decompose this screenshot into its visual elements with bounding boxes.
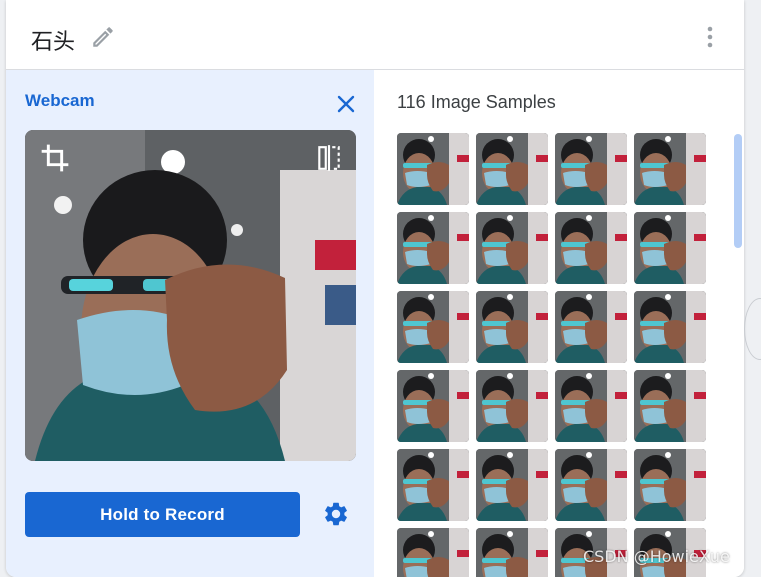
pencil-icon[interactable] [90,24,116,50]
sample-thumbnail[interactable] [555,449,627,521]
sample-thumbnail[interactable] [476,291,548,363]
sample-grid [397,133,717,577]
watermark: CSDN @HowieXue [583,547,730,566]
sample-thumbnail[interactable] [555,370,627,442]
webcam-panel: Webcam Hold to Record [6,70,374,577]
sample-thumbnail[interactable] [555,212,627,284]
crop-icon[interactable] [39,142,71,174]
samples-count-title: 116 Image Samples [397,92,556,112]
sample-thumbnail[interactable] [476,133,548,205]
sample-thumbnail[interactable] [476,370,548,442]
sample-thumbnail[interactable] [634,133,706,205]
more-vert-icon[interactable] [702,24,718,50]
sample-thumbnail[interactable] [634,370,706,442]
sample-thumbnail[interactable] [476,212,548,284]
webcam-feed [25,130,356,461]
sample-thumbnail[interactable] [397,449,469,521]
close-icon[interactable] [334,92,358,116]
class-card: 石头 Webcam Hold to Record 116 Image Sampl… [6,0,744,577]
sample-thumbnail[interactable] [397,370,469,442]
sample-thumbnail[interactable] [476,528,548,577]
decorative-arc [744,298,761,360]
flip-icon[interactable] [316,144,342,172]
webcam-title: Webcam [25,91,95,110]
webcam-image [25,130,356,461]
sample-thumbnail[interactable] [555,133,627,205]
sample-thumbnail[interactable] [397,212,469,284]
gear-icon[interactable] [322,500,350,528]
sample-thumbnail[interactable] [634,449,706,521]
class-name[interactable]: 石头 [31,24,75,56]
sample-thumbnail[interactable] [476,449,548,521]
card-header: 石头 [6,0,744,70]
hold-to-record-button[interactable]: Hold to Record [25,492,300,537]
sample-thumbnail[interactable] [634,291,706,363]
sample-thumbnail[interactable] [634,212,706,284]
samples-scrollbar[interactable] [734,134,742,248]
sample-thumbnail[interactable] [397,528,469,577]
samples-panel: 116 Image Samples [375,70,744,577]
sample-thumbnail[interactable] [397,133,469,205]
sample-thumbnail[interactable] [397,291,469,363]
sample-thumbnail[interactable] [555,291,627,363]
